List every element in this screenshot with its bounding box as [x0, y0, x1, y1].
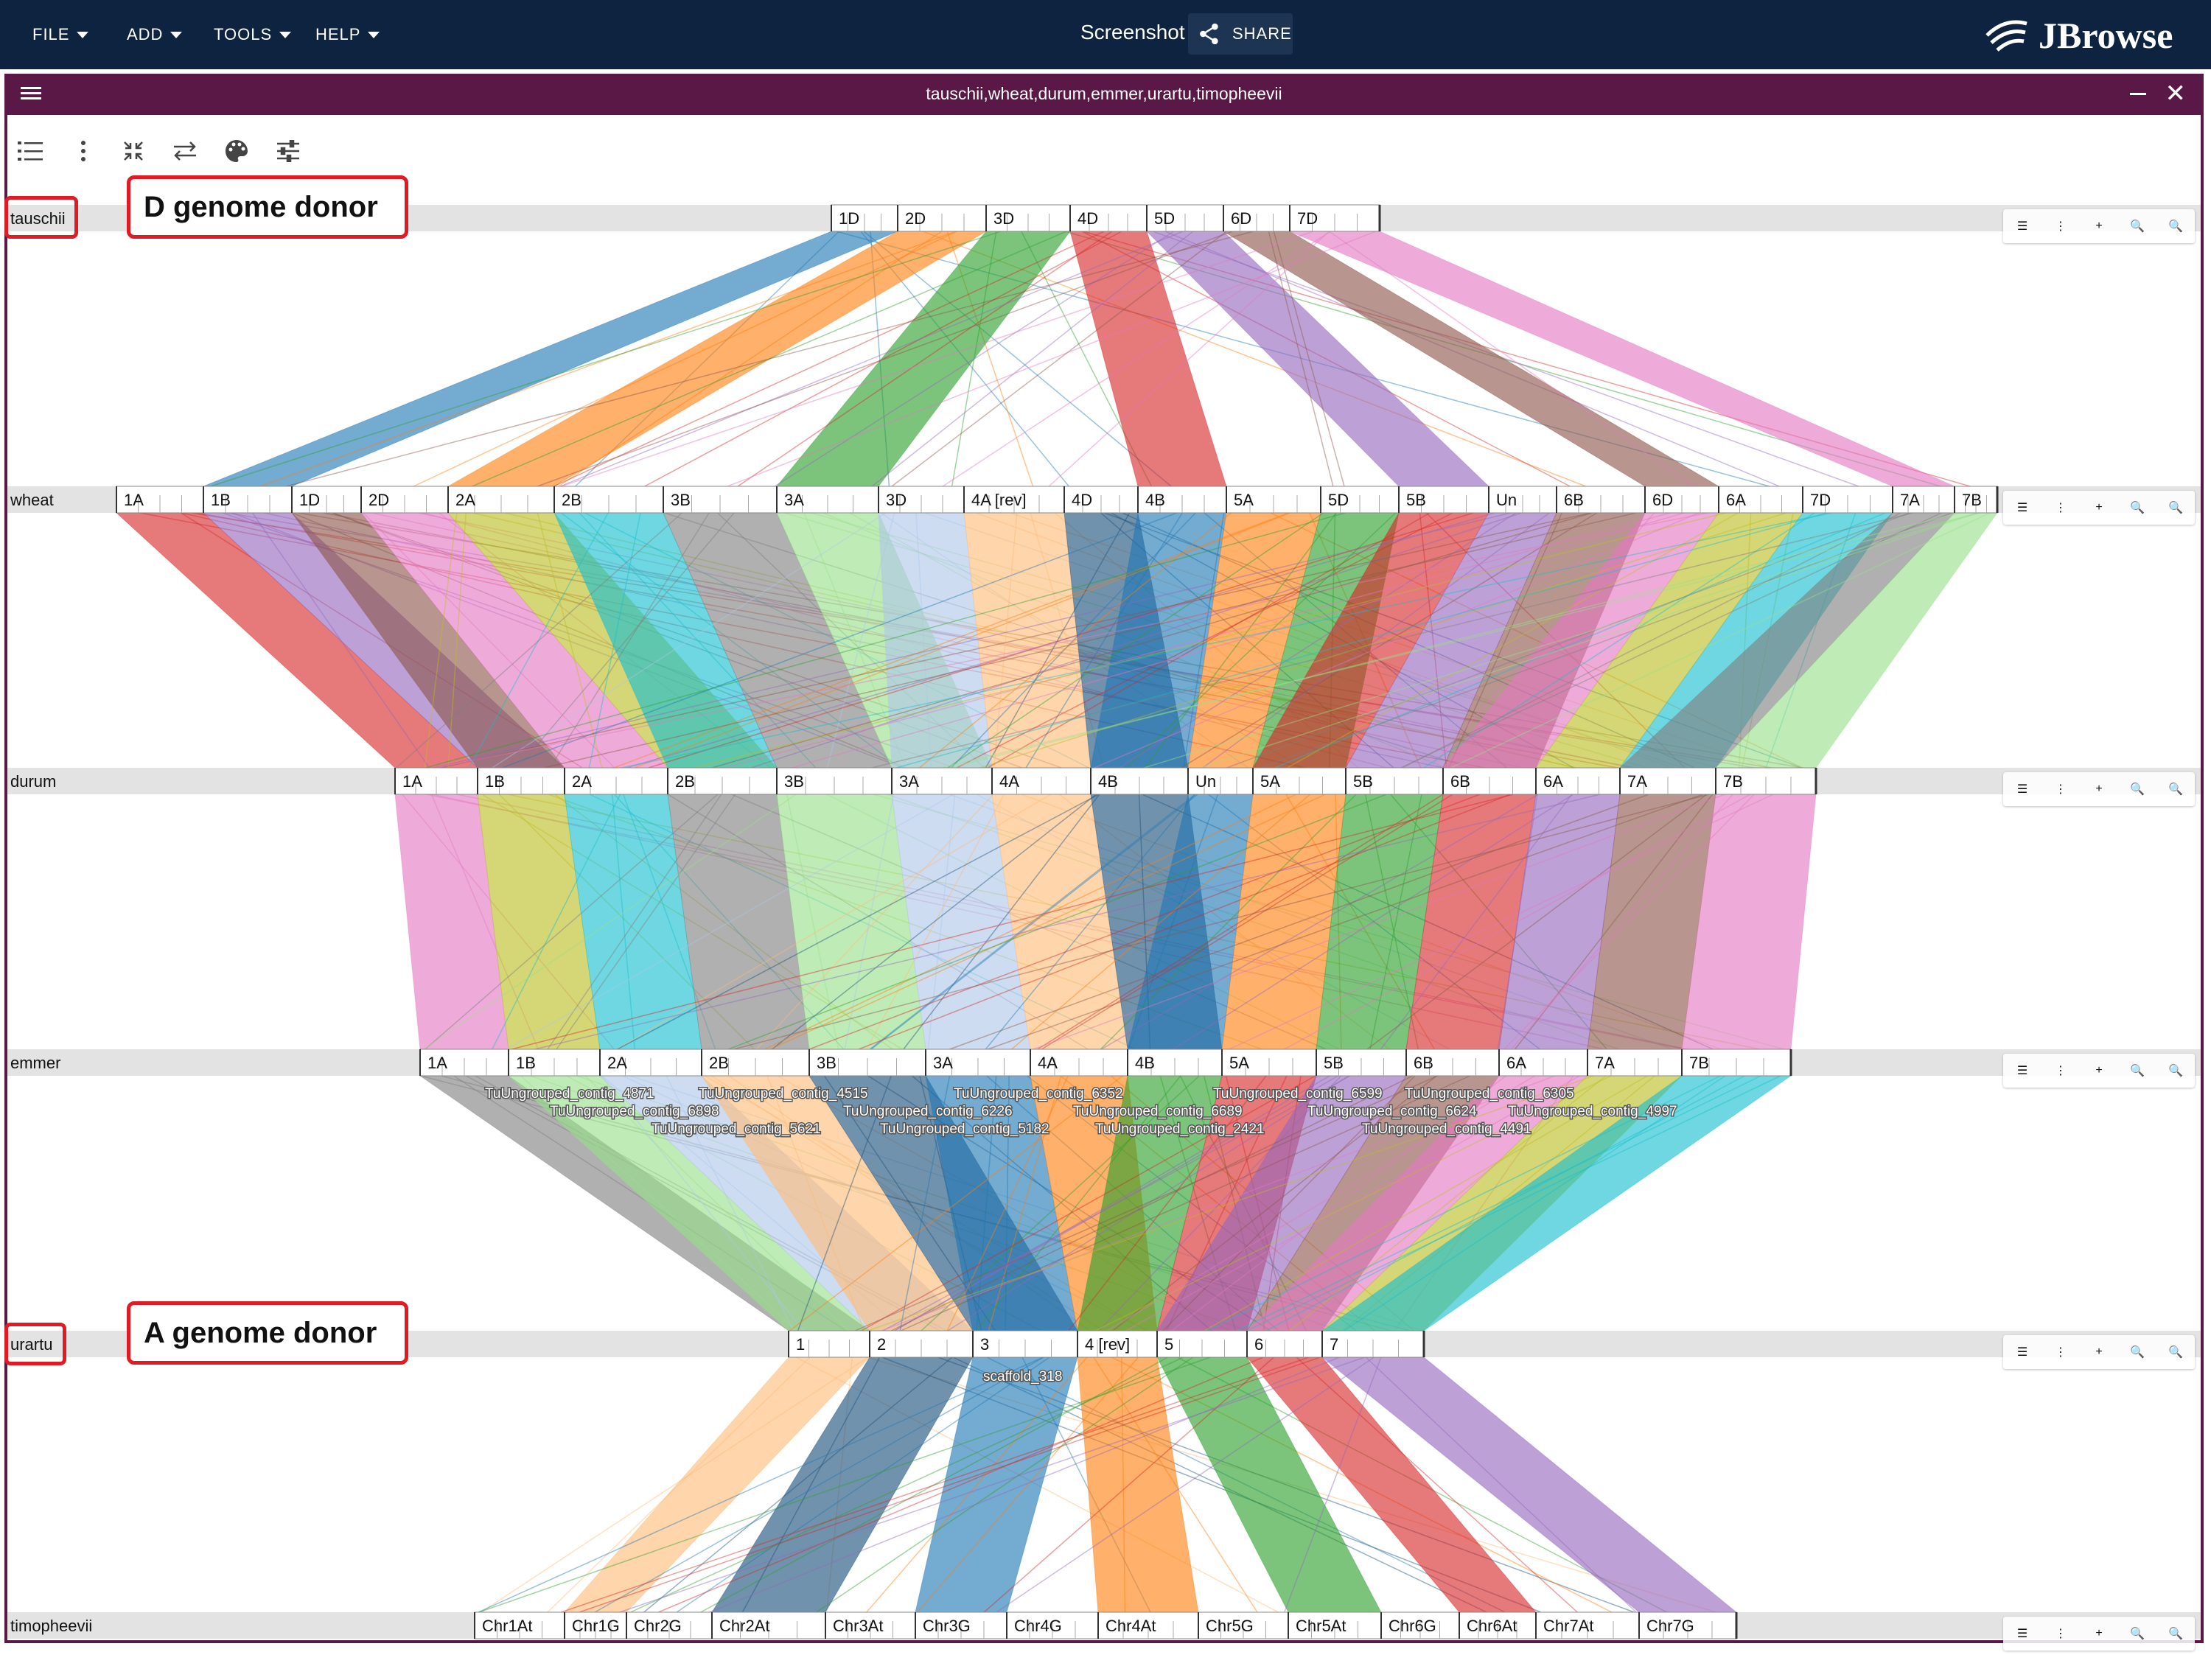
zoom-out-icon[interactable]: 🔍	[2123, 1619, 2152, 1648]
chevron-down-icon	[279, 31, 292, 38]
close-icon[interactable]: ✕	[2165, 81, 2187, 106]
add-menu-button[interactable]: ADD	[127, 19, 183, 50]
view-header: tauschii,wheat,durum,emmer,urartu,timoph…	[4, 74, 2204, 115]
more-vert-icon[interactable]: ⋮	[2046, 774, 2075, 804]
zoom-out-icon[interactable]: 🔍	[2123, 493, 2152, 522]
zoom-in-icon[interactable]: 🔍	[2161, 1056, 2190, 1085]
minimize-icon[interactable]	[2130, 93, 2146, 95]
track-list-icon[interactable]: ☰	[2008, 211, 2037, 241]
track-controls-tauschii: ☰ ⋮ + 🔍 🔍	[2003, 209, 2195, 243]
collapse-icon	[124, 141, 143, 161]
chevron-down-icon	[170, 31, 183, 38]
jbrowse-logo: JBrowse	[1983, 13, 2173, 57]
zoom-in-icon[interactable]: 🔍	[2161, 1619, 2190, 1648]
urartu-highlight-box	[4, 1323, 66, 1365]
track-list-icon[interactable]: ☰	[2008, 1056, 2037, 1085]
d-genome-annotation: D genome donor	[127, 175, 408, 239]
jbrowse-logo-icon	[1985, 20, 2027, 52]
a-genome-label: A genome donor	[144, 1316, 377, 1349]
track-list-button[interactable]	[13, 134, 47, 168]
track-controls-emmer: ☰ ⋮ + 🔍 🔍	[2003, 1054, 2195, 1088]
share-icon	[1200, 23, 1218, 45]
zoom-in-icon[interactable]: 🔍	[2161, 493, 2190, 522]
track-list-icon[interactable]: ☰	[2008, 493, 2037, 522]
tune-button[interactable]	[271, 134, 305, 168]
a-genome-annotation: A genome donor	[127, 1301, 408, 1365]
swap-button[interactable]	[168, 134, 202, 168]
track-controls-timopheevii: ☰ ⋮ + 🔍 🔍	[2003, 1617, 2195, 1651]
help-menu-label: HELP	[315, 25, 361, 43]
track-controls-durum: ☰ ⋮ + 🔍 🔍	[2003, 772, 2195, 806]
session-name[interactable]: Screenshot	[1080, 21, 1185, 44]
view-more-button[interactable]	[66, 134, 100, 168]
collapse-button[interactable]	[116, 134, 150, 168]
track-list-icon	[18, 141, 43, 161]
chevron-down-icon	[368, 31, 380, 38]
more-vert-icon[interactable]: ⋮	[2046, 1056, 2075, 1085]
track-list-icon[interactable]: ☰	[2008, 1619, 2037, 1648]
tauschii-highlight-box	[4, 196, 78, 239]
zoom-in-plus-icon[interactable]: +	[2084, 774, 2114, 804]
zoom-out-icon[interactable]: 🔍	[2123, 1337, 2152, 1367]
zoom-out-icon[interactable]: 🔍	[2123, 774, 2152, 804]
view-title: tauschii,wheat,durum,emmer,urartu,timoph…	[926, 84, 1282, 103]
tune-icon	[277, 140, 299, 162]
help-menu-button[interactable]: HELP	[315, 19, 380, 50]
more-vert-icon[interactable]: ⋮	[2046, 493, 2075, 522]
more-vert-icon[interactable]: ⋮	[2046, 1619, 2075, 1648]
zoom-out-icon[interactable]: 🔍	[2123, 211, 2152, 241]
view-toolbar	[7, 118, 2201, 184]
palette-icon	[226, 140, 248, 162]
jbrowse-logo-text: JBrowse	[2039, 15, 2173, 56]
zoom-in-icon[interactable]: 🔍	[2161, 1337, 2190, 1367]
zoom-in-plus-icon[interactable]: +	[2084, 1337, 2114, 1367]
track-controls-wheat: ☰ ⋮ + 🔍 🔍	[2003, 491, 2195, 525]
zoom-in-icon[interactable]: 🔍	[2161, 211, 2190, 241]
d-genome-label: D genome donor	[144, 190, 378, 223]
more-vert-icon[interactable]: ⋮	[2046, 1337, 2075, 1367]
chevron-down-icon	[77, 31, 89, 38]
swap-icon	[174, 141, 196, 161]
zoom-in-icon[interactable]: 🔍	[2161, 774, 2190, 804]
track-list-icon[interactable]: ☰	[2008, 774, 2037, 804]
file-menu-button[interactable]: FILE	[32, 19, 89, 50]
more-vert-icon	[81, 141, 85, 161]
add-menu-label: ADD	[127, 25, 164, 43]
file-menu-label: FILE	[32, 25, 70, 43]
app-bar: FILE ADD TOOLS HELP Screenshot SHARE JBr…	[0, 0, 2211, 69]
track-controls-urartu: ☰ ⋮ + 🔍 🔍	[2003, 1335, 2195, 1369]
zoom-in-plus-icon[interactable]: +	[2084, 1619, 2114, 1648]
zoom-out-icon[interactable]: 🔍	[2123, 1056, 2152, 1085]
share-label: SHARE	[1232, 24, 1292, 43]
palette-button[interactable]	[220, 134, 254, 168]
zoom-in-plus-icon[interactable]: +	[2084, 493, 2114, 522]
synteny-view-frame	[4, 74, 2204, 1643]
zoom-in-plus-icon[interactable]: +	[2084, 211, 2114, 241]
more-vert-icon[interactable]: ⋮	[2046, 211, 2075, 241]
tools-menu-label: TOOLS	[214, 25, 273, 43]
share-button[interactable]: SHARE	[1188, 13, 1293, 55]
tools-menu-button[interactable]: TOOLS	[214, 19, 292, 50]
zoom-in-plus-icon[interactable]: +	[2084, 1056, 2114, 1085]
track-list-icon[interactable]: ☰	[2008, 1337, 2037, 1367]
